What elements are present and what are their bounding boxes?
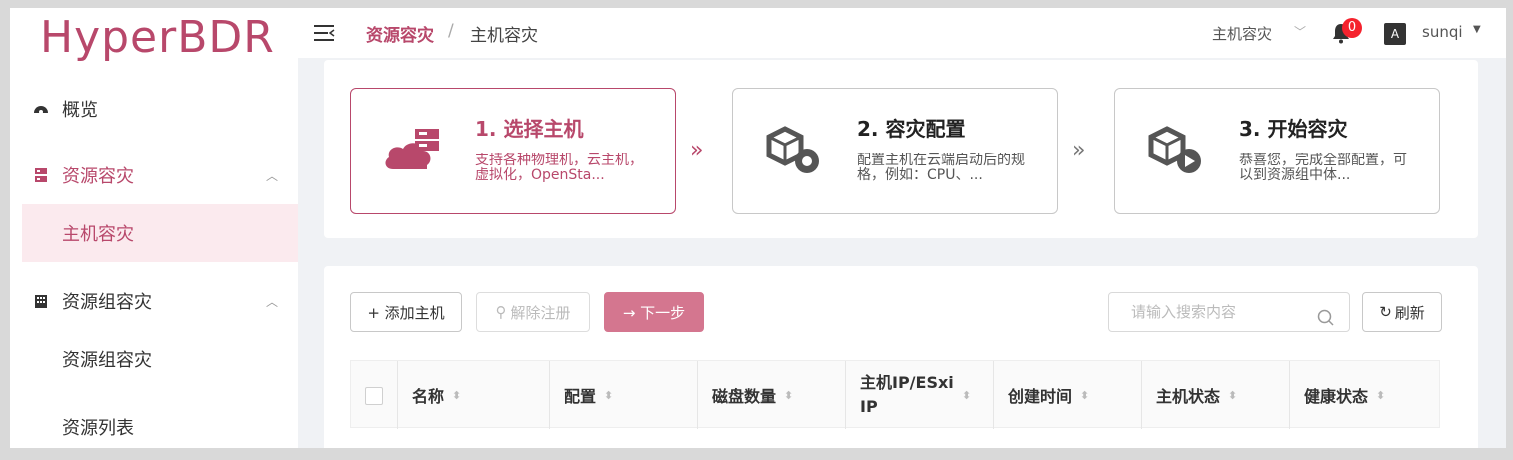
table-header: 名称 ⬍ 配置 ⬍ 磁盘数量 ⬍ 主机IP/ESxi IP ⬍ 创建时间 ⬍ 主机状态 ⬍	[350, 360, 1440, 429]
sidebar-item-label: 资源列表	[62, 418, 134, 439]
language-icon[interactable]: A	[1384, 23, 1406, 45]
unregister-button[interactable]: ⚲ 解除注册	[476, 292, 590, 332]
user-menu[interactable]: sunqi	[1422, 23, 1463, 41]
app-window: HyperBDR 概览 资源容灾 ︿ 主机容灾 资源组容灾 ︿ 资源组容灾 资源…	[10, 8, 1506, 448]
search-placeholder: 请输入搜索内容	[1131, 303, 1237, 321]
step-dr-config[interactable]: 2. 容灾配置 配置主机在云端启动后的规格，例如：CPU、...	[732, 88, 1058, 214]
chevron-up-icon: ︿	[265, 294, 278, 309]
menu-toggle-icon[interactable]	[314, 24, 336, 42]
sidebar-item-overview[interactable]: 概览	[22, 80, 298, 138]
sidebar-item-host-dr[interactable]: 主机容灾	[22, 204, 298, 262]
server-icon	[32, 166, 50, 184]
top-header: 资源容灾 / 主机容灾 主机容灾 ﹀ 0 A sunqi ▼	[298, 8, 1506, 58]
sort-icon[interactable]: ⬍	[784, 389, 793, 402]
unregister-label: 解除注册	[510, 303, 571, 322]
step-select-host[interactable]: 1. 选择主机 支持各种物理机，云主机，虚拟化，OpenSta...	[350, 88, 676, 214]
step-title: 1. 选择主机	[475, 117, 584, 141]
cloud-server-icon	[381, 125, 445, 177]
column-header-name[interactable]: 名称 ⬍	[397, 361, 549, 429]
step-description: 支持各种物理机，云主机，虚拟化，OpenSta...	[475, 153, 643, 183]
step-title: 3. 开始容灾	[1239, 117, 1348, 141]
sidebar-item-label: 资源组容灾	[62, 292, 152, 313]
sort-icon[interactable]: ⬍	[1376, 389, 1385, 402]
mode-select[interactable]: 主机容灾	[1212, 23, 1272, 44]
search-icon[interactable]	[1317, 303, 1335, 326]
main-area: 资源容灾 / 主机容灾 主机容灾 ﹀ 0 A sunqi ▼ 1. 选择主机 支…	[298, 8, 1506, 448]
caret-down-icon[interactable]: ▼	[1473, 24, 1481, 35]
column-header-disk-count[interactable]: 磁盘数量 ⬍	[697, 361, 845, 429]
column-header-created-time[interactable]: 创建时间 ⬍	[993, 361, 1141, 429]
column-label: 名称	[412, 387, 445, 406]
sidebar-item-group-dr-sub[interactable]: 资源组容灾	[22, 330, 298, 388]
refresh-button[interactable]: ↻ 刷新	[1362, 292, 1442, 332]
breadcrumb-current: 主机容灾	[470, 26, 538, 46]
notification-badge: 0	[1342, 18, 1362, 38]
column-header-host-ip[interactable]: 主机IP/ESxi IP ⬍	[845, 361, 993, 429]
sidebar-item-label: 资源组容灾	[62, 350, 152, 371]
column-header-host-status[interactable]: 主机状态 ⬍	[1141, 361, 1289, 429]
steps-panel: 1. 选择主机 支持各种物理机，云主机，虚拟化，OpenSta... » 2. …	[324, 60, 1478, 238]
select-all-checkbox[interactable]	[365, 387, 383, 405]
sort-icon[interactable]: ⬍	[962, 389, 971, 402]
host-list-panel: + 添加主机 ⚲ 解除注册 → 下一步 请输入搜索内容 ↻ 刷新 名称 ⬍ 配置…	[324, 266, 1478, 448]
column-label: 主机IP/ESxi IP	[860, 373, 954, 416]
next-step-button[interactable]: → 下一步	[604, 292, 704, 332]
chevron-up-icon: ︿	[265, 168, 278, 183]
breadcrumb-parent[interactable]: 资源容灾	[366, 21, 434, 46]
sort-icon[interactable]: ⬍	[452, 389, 461, 402]
sort-icon[interactable]: ⬍	[1080, 389, 1089, 402]
refresh-label: 刷新	[1394, 303, 1425, 322]
sidebar-item-group-dr[interactable]: 资源组容灾 ︿	[22, 272, 298, 330]
step-description: 恭喜您，完成全部配置，可以到资源组中体...	[1239, 153, 1407, 183]
step-arrow-icon: »	[1072, 138, 1086, 163]
column-label: 主机状态	[1156, 387, 1221, 406]
cube-play-icon	[1145, 125, 1209, 177]
column-label: 磁盘数量	[712, 387, 777, 406]
unlink-icon: ⚲	[495, 303, 507, 321]
app-logo: HyperBDR	[40, 12, 275, 63]
sidebar-item-resource-list[interactable]: 资源列表	[22, 398, 298, 448]
sidebar: HyperBDR 概览 资源容灾 ︿ 主机容灾 资源组容灾 ︿ 资源组容灾 资源…	[22, 8, 298, 448]
step-start-dr[interactable]: 3. 开始容灾 恭喜您，完成全部配置，可以到资源组中体...	[1114, 88, 1440, 214]
step-title: 2. 容灾配置	[857, 117, 966, 141]
sidebar-item-label: 主机容灾	[62, 224, 134, 245]
column-label: 健康状态	[1304, 387, 1369, 406]
dashboard-icon	[32, 100, 50, 118]
chevron-down-icon[interactable]: ﹀	[1294, 23, 1306, 40]
column-header-health-status[interactable]: 健康状态 ⬍	[1289, 361, 1439, 429]
column-label: 配置	[564, 387, 597, 406]
breadcrumb-separator: /	[448, 21, 454, 41]
add-host-button[interactable]: + 添加主机	[350, 292, 462, 332]
column-header-config[interactable]: 配置 ⬍	[549, 361, 697, 429]
step-description: 配置主机在云端启动后的规格，例如：CPU、...	[857, 153, 1025, 183]
step-arrow-icon: »	[690, 138, 704, 163]
building-icon	[32, 292, 50, 310]
search-input[interactable]: 请输入搜索内容	[1108, 292, 1350, 332]
sidebar-item-resource-dr[interactable]: 资源容灾 ︿	[22, 146, 298, 204]
sort-icon[interactable]: ⬍	[1228, 389, 1237, 402]
sidebar-item-label: 资源容灾	[62, 166, 134, 187]
column-label: 创建时间	[1008, 387, 1073, 406]
cube-gear-icon	[763, 125, 827, 177]
refresh-icon: ↻	[1379, 303, 1392, 321]
sort-icon[interactable]: ⬍	[604, 389, 613, 402]
sidebar-item-label: 概览	[62, 100, 98, 121]
